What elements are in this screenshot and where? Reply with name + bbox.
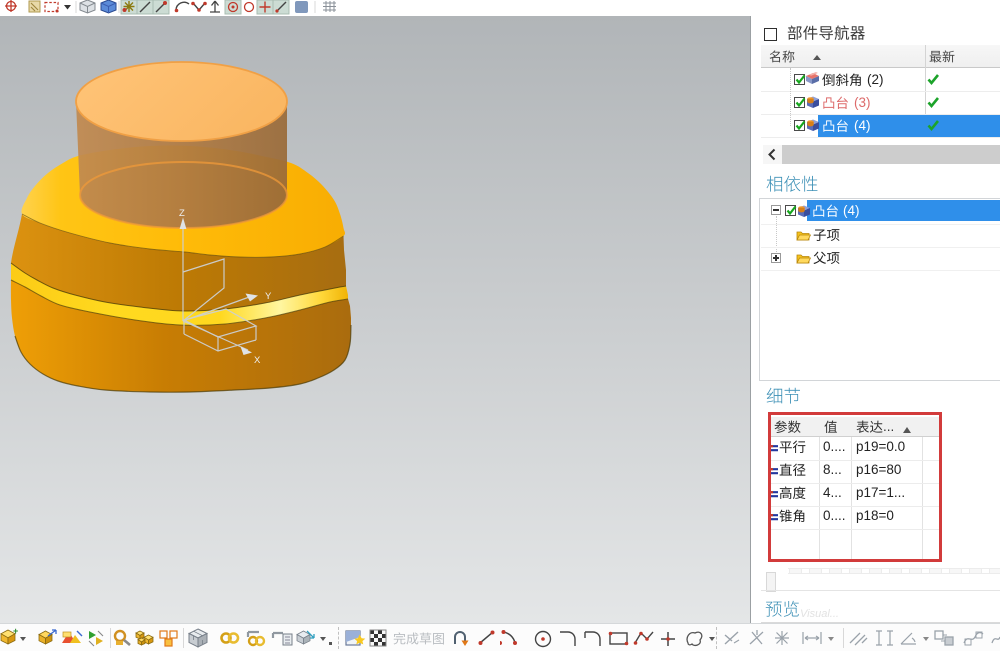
svg-text:X: X <box>254 355 261 366</box>
svg-text:Y: Y <box>265 291 272 302</box>
svg-text:Z: Z <box>179 208 185 219</box>
